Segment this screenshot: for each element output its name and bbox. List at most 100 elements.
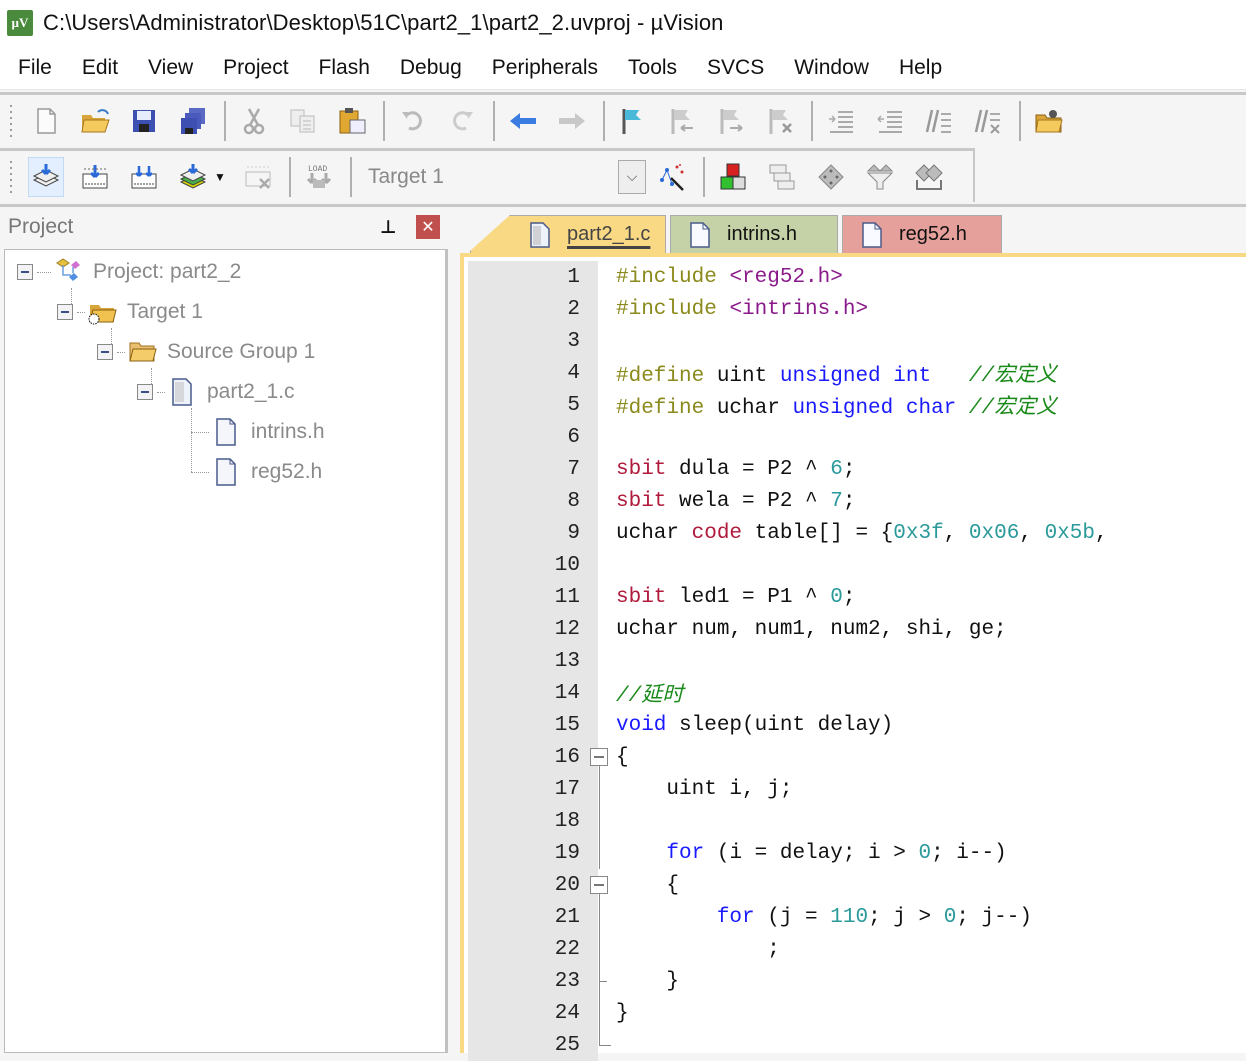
code-line[interactable]: 2 #include <intrins.h>	[464, 293, 1246, 325]
menu-svcs[interactable]: SVCS	[707, 56, 764, 80]
comment-button[interactable]	[921, 101, 957, 141]
code-line[interactable]: 23 }	[464, 965, 1246, 997]
menu-edit[interactable]: Edit	[82, 56, 118, 80]
collapse-toggle[interactable]	[17, 264, 33, 280]
code-text: void sleep(uint delay)	[616, 713, 894, 737]
collapse-toggle[interactable]	[137, 384, 153, 400]
menu-debug[interactable]: Debug	[400, 56, 462, 80]
code-line[interactable]: 12 uchar num, num1, num2, shi, ge;	[464, 613, 1246, 645]
menu-window[interactable]: Window	[794, 56, 869, 80]
batch-build-dropdown[interactable]: ▼	[214, 170, 226, 184]
copy-button[interactable]	[285, 101, 321, 141]
magic-wand-icon	[660, 163, 684, 191]
code-line[interactable]: 13	[464, 645, 1246, 677]
code-line[interactable]: 1 #include <reg52.h>	[464, 261, 1246, 293]
tab-intrins-h[interactable]: intrins.h	[670, 215, 838, 253]
code-line[interactable]: 8 sbit wela = P2 ^ 7;	[464, 485, 1246, 517]
toolbar-grip[interactable]	[8, 102, 14, 139]
target-select-dropdown-button[interactable]: ⌵	[618, 159, 646, 194]
code-line[interactable]: 15 void sleep(uint delay)	[464, 709, 1246, 741]
pin-icon[interactable]: ⊥	[380, 217, 398, 238]
code-line[interactable]: 14 //延时	[464, 677, 1246, 709]
menu-peripherals[interactable]: Peripherals	[492, 56, 598, 80]
stop-build-button[interactable]	[240, 157, 276, 197]
tree-item-header-file[interactable]: intrins.h	[191, 412, 325, 452]
tab-part2-1-c[interactable]: part2_1.c	[470, 215, 666, 253]
code-line[interactable]: 5 #define uchar unsigned char //宏定义	[464, 389, 1246, 421]
code-text: //延时	[616, 685, 684, 708]
menu-tools[interactable]: Tools	[628, 56, 677, 80]
insert-bookmark-button[interactable]	[615, 101, 651, 141]
code-line[interactable]: 19 for (i = delay; i > 0; i--)	[464, 837, 1246, 869]
tab-label: part2_1.c	[567, 223, 651, 245]
tree-item-label: part2_1.c	[207, 380, 295, 403]
manage-run-time-button[interactable]	[911, 157, 947, 197]
navigate-forward-button[interactable]	[554, 101, 590, 141]
undo-button[interactable]	[395, 101, 431, 141]
tab-reg52-h[interactable]: reg52.h	[842, 215, 1002, 253]
batch-build-button[interactable]	[175, 157, 211, 197]
file-extensions-button[interactable]	[764, 157, 800, 197]
fold-collapse-icon[interactable]	[590, 748, 608, 766]
fold-collapse-icon[interactable]	[590, 876, 608, 894]
open-file-button[interactable]	[77, 101, 113, 141]
tree-item-target[interactable]: Target 1	[57, 292, 203, 332]
collapse-toggle[interactable]	[57, 304, 73, 320]
download-button[interactable]: LOAD	[301, 157, 337, 197]
code-line[interactable]: 25	[464, 1029, 1246, 1061]
find-in-files-button[interactable]	[1031, 101, 1067, 141]
code-line[interactable]: 6	[464, 421, 1246, 453]
close-panel-button[interactable]: ✕	[416, 215, 440, 239]
unindent-button[interactable]	[872, 101, 908, 141]
redo-button[interactable]	[444, 101, 480, 141]
paste-button[interactable]	[334, 101, 370, 141]
indent-button[interactable]	[823, 101, 859, 141]
clear-bookmarks-button[interactable]	[762, 101, 798, 141]
code-line[interactable]: 21 for (j = 110; j > 0; j--)	[464, 901, 1246, 933]
translate-button[interactable]	[28, 156, 64, 197]
menu-flash[interactable]: Flash	[319, 56, 370, 80]
code-editor[interactable]: 1 #include <reg52.h> 2 #include <intrins.h>…	[460, 253, 1246, 1061]
tree-item-c-file[interactable]: part2_1.c	[137, 372, 295, 412]
code-line[interactable]: 22 ;	[464, 933, 1246, 965]
build-button[interactable]	[77, 157, 113, 197]
menu-help[interactable]: Help	[899, 56, 942, 80]
code-line[interactable]: 9 uchar code table[] = {0x3f, 0x06, 0x5b,	[464, 517, 1246, 549]
tree-item-source-group[interactable]: Source Group 1	[97, 332, 315, 372]
code-line[interactable]: 18	[464, 805, 1246, 837]
code-line[interactable]: 20 {	[464, 869, 1246, 901]
collapse-toggle[interactable]	[97, 344, 113, 360]
code-line[interactable]: 24}	[464, 997, 1246, 1029]
undo-icon	[402, 110, 422, 130]
target-options-button[interactable]	[654, 157, 690, 197]
manage-components-button[interactable]	[715, 157, 751, 197]
tree-item-project[interactable]: Project: part2_2	[17, 252, 241, 292]
toolbar-grip[interactable]	[8, 158, 14, 195]
code-line[interactable]: 17 uint i, j;	[464, 773, 1246, 805]
target-select[interactable]: Target 1	[368, 165, 618, 189]
menu-file[interactable]: File	[18, 56, 52, 80]
arrow-right-icon	[559, 112, 585, 129]
code-line[interactable]: 4 #define uint unsigned int //宏定义	[464, 357, 1246, 389]
save-button[interactable]	[126, 101, 162, 141]
code-line[interactable]: 7 sbit dula = P2 ^ 6;	[464, 453, 1246, 485]
previous-bookmark-button[interactable]	[664, 101, 700, 141]
rebuild-button[interactable]	[126, 157, 162, 197]
navigate-back-button[interactable]	[505, 101, 541, 141]
cut-button[interactable]	[236, 101, 272, 141]
code-line[interactable]: 11 sbit led1 = P1 ^ 0;	[464, 581, 1246, 613]
tree-item-header-file[interactable]: reg52.h	[191, 452, 322, 492]
menu-view[interactable]: View	[148, 56, 193, 80]
save-all-button[interactable]	[175, 101, 211, 141]
line-number: 12	[554, 617, 580, 641]
uncomment-button[interactable]	[970, 101, 1006, 141]
code-line[interactable]: 16 {	[464, 741, 1246, 773]
menu-project[interactable]: Project	[223, 56, 288, 80]
new-file-button[interactable]	[28, 101, 64, 141]
pack-installer-button[interactable]	[862, 157, 898, 197]
code-line[interactable]: 10	[464, 549, 1246, 581]
code-line[interactable]: 3	[464, 325, 1246, 357]
next-bookmark-button[interactable]	[713, 101, 749, 141]
chevron-down-icon: ⌵	[626, 168, 638, 184]
select-packs-button[interactable]	[813, 157, 849, 197]
